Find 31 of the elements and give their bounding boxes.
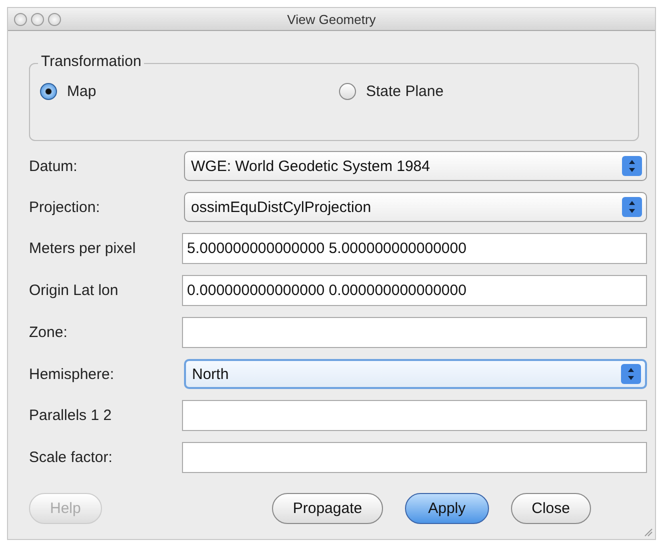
radio-button[interactable] [40,83,57,100]
field-label: Zone: [28,324,68,341]
input-field[interactable] [182,317,647,348]
dropdown-arrows-icon [621,364,641,384]
window-control-icon[interactable] [31,12,44,26]
field-label: Scale factor: [28,449,114,466]
dropdown[interactable]: North [184,359,647,389]
dropdown[interactable]: ossimEquDistCylProjection [184,192,647,222]
input-field[interactable]: 0.000000000000000 0.000000000000000 [182,275,647,306]
field-label: Parallels 1 2 [28,407,113,424]
window-title: View Geometry [287,12,376,26]
dialog-button[interactable]: Propagate [272,493,384,524]
window-control-icon[interactable] [14,12,27,26]
field-label: Datum: [28,158,78,174]
dropdown-arrows-icon [622,156,642,176]
radio-button[interactable] [339,83,356,100]
input-field[interactable] [182,442,647,473]
dialog-button[interactable]: Close [510,493,591,524]
field-label: Projection: [28,198,101,216]
input-field[interactable] [182,400,647,431]
resize-grip-icon[interactable] [643,527,653,537]
radio-label: Map [67,83,96,100]
field-label: Hemisphere: [28,366,116,382]
field-label: Meters per pixel [28,240,137,257]
dropdown[interactable]: WGE: World Geodetic System 1984 [184,151,647,181]
input-field[interactable]: 5.000000000000000 5.000000000000000 [182,233,647,264]
radio-label: State Plane [366,83,444,100]
window-control-icon[interactable] [48,12,61,26]
dialog-button[interactable]: Apply [405,493,489,524]
dropdown-arrows-icon [622,197,642,217]
field-label: Origin Lat lon [28,282,120,299]
